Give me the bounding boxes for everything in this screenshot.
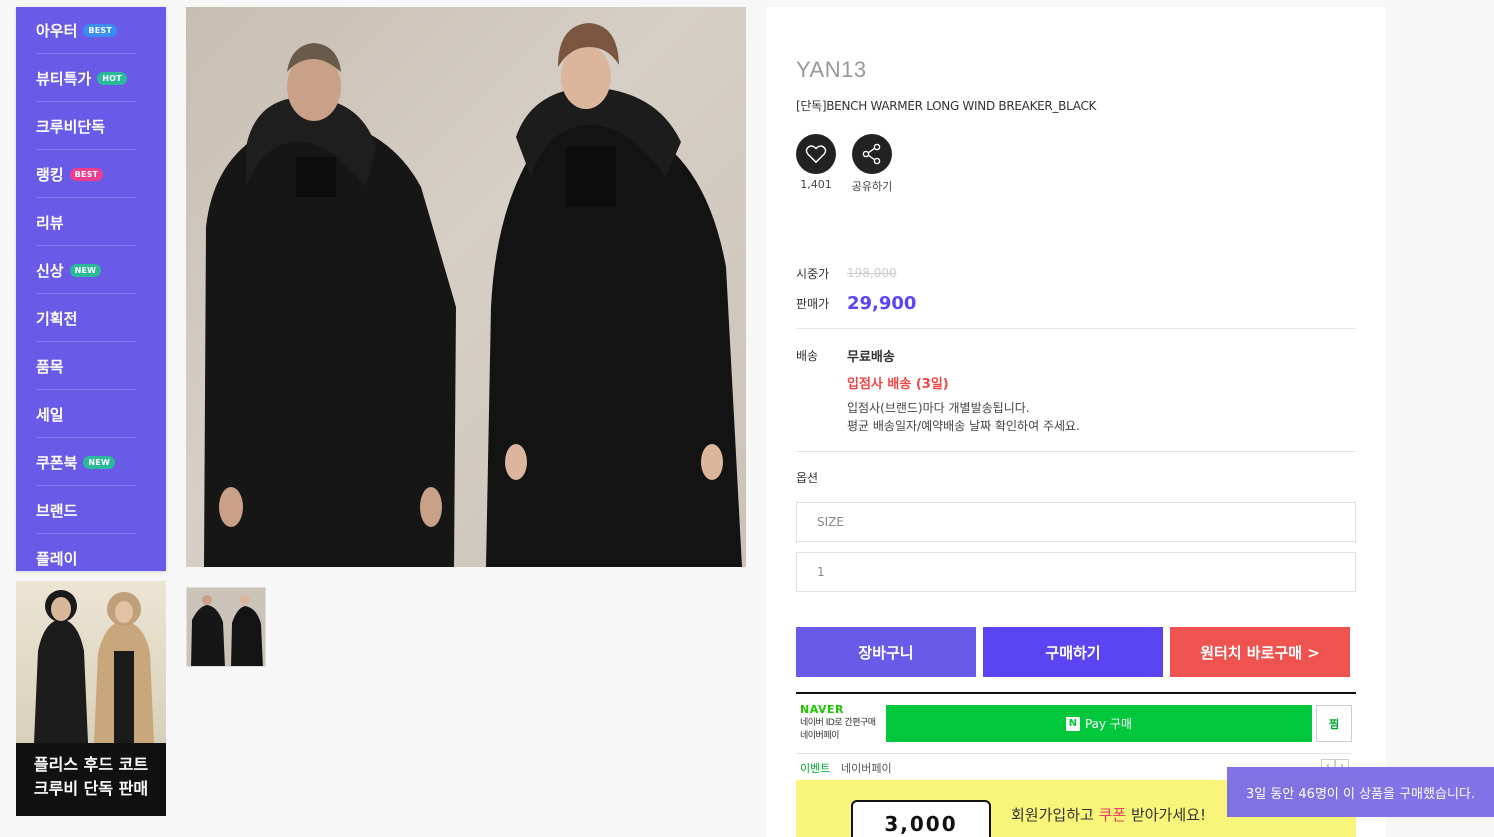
shipping-note-line-1: 입점사(브랜드)마다 개별발송됩니다. — [847, 401, 1030, 415]
naver-event-label[interactable]: 이벤트 — [800, 760, 830, 776]
category-sidebar: 아우터 BEST 뷰티특가 HOT 크루비단독 랭킹 BEST 리뷰 신상 NEW 기획… — [16, 7, 166, 571]
sidebar-item-label: 랭킹 — [36, 165, 64, 184]
product-main-image[interactable] — [186, 7, 746, 567]
sidebar-item-new-arrivals[interactable]: 신상 NEW — [36, 247, 136, 294]
share-label: 공유하기 — [851, 180, 893, 193]
sidebar-item-ranking[interactable]: 랭킹 BEST — [36, 151, 136, 198]
quantity-input[interactable]: 1 — [796, 552, 1356, 592]
product-models-image — [204, 23, 742, 567]
new-badge: NEW — [83, 455, 115, 469]
product-info-panel: YAN13 [단독]BENCH WARMER LONG WIND BREAKER… — [766, 7, 1386, 837]
best-badge: BEST — [83, 23, 117, 37]
brand-name[interactable]: YAN13 — [796, 57, 867, 83]
product-name: [단독]BENCH WARMER LONG WIND BREAKER_BLACK — [796, 99, 1097, 113]
banner-photo — [16, 581, 166, 743]
buy-now-button[interactable]: 구매하기 — [983, 627, 1163, 677]
shipping-note-line-2: 평균 배송일자/예약배송 날짜 확인하여 주세요. — [847, 419, 1080, 433]
sidebar-item-label: 세일 — [36, 405, 64, 424]
sidebar-item-category[interactable]: 품목 — [36, 343, 136, 390]
naver-desc-line-1: 네이버 ID로 간편구매 — [800, 718, 876, 728]
fleece-coat-banner[interactable]: 플리스 후드 코트 크루비 단독 판매 — [16, 581, 166, 816]
list-price-label: 시중가 — [796, 267, 830, 281]
sidebar-item-brand[interactable]: 브랜드 — [36, 487, 136, 534]
new-badge: NEW — [69, 263, 102, 277]
divider — [796, 753, 1352, 754]
divider — [796, 328, 1356, 329]
divider — [796, 451, 1356, 452]
sidebar-item-outer[interactable]: 아우터 BEST — [36, 7, 136, 54]
heart-icon — [805, 145, 827, 164]
banner-line-1: 플리스 후드 코트 — [33, 755, 149, 774]
shipping-type: 무료배송 — [847, 350, 895, 365]
sidebar-item-label: 리뷰 — [36, 213, 64, 232]
event-text-highlight: 쿠폰 — [1098, 806, 1127, 824]
naver-pay-label: Pay 구매 — [1084, 717, 1133, 731]
best-badge: BEST — [69, 167, 104, 181]
sidebar-item-label: 신상 — [36, 261, 64, 280]
event-text-pre: 회원가입하고 — [1011, 806, 1099, 824]
naver-desc-line-2: 네이버페이 — [800, 731, 839, 741]
naver-logo: NAVER — [800, 703, 844, 716]
share-icon — [862, 143, 881, 165]
sale-price-label: 판매가 — [796, 297, 830, 311]
option-label: 옵션 — [796, 471, 819, 485]
naver-n-icon: N — [1065, 716, 1080, 731]
like-count: 1,401 — [800, 178, 832, 191]
coupon-icon: 3,000 — [851, 800, 991, 837]
event-text-post: 받아가세요! — [1126, 806, 1206, 824]
sidebar-item-exhibition[interactable]: 기획전 — [36, 295, 136, 342]
sidebar-item-label: 브랜드 — [36, 501, 78, 520]
sale-price: 29,900 — [847, 293, 917, 314]
sidebar-item-crewbe-exclusive[interactable]: 크루비단독 — [36, 103, 136, 150]
naver-pay-button[interactable]: N Pay 구매 — [886, 705, 1312, 742]
event-banner-text: 회원가입하고 쿠폰 받아가세요! — [1011, 804, 1206, 825]
sidebar-item-label: 쿠폰북 — [36, 453, 78, 472]
one-touch-buy-button[interactable]: 원터치 바로구매 > — [1170, 627, 1350, 677]
list-price: 198,000 — [847, 266, 897, 280]
thumbnail-image — [187, 588, 265, 666]
banner-caption: 플리스 후드 코트 크루비 단독 판매 — [16, 743, 166, 816]
size-select[interactable]: SIZE — [796, 502, 1356, 542]
sidebar-item-coupon-book[interactable]: 쿠폰북 NEW — [36, 439, 136, 486]
shipping-label: 배송 — [796, 349, 819, 363]
naver-section-divider — [796, 692, 1356, 694]
sidebar-item-label: 품목 — [36, 357, 64, 376]
naver-event-sub: 네이버페이 — [841, 762, 892, 775]
sidebar-item-label: 뷰티특가 — [36, 69, 92, 88]
banner-models-image — [34, 590, 154, 743]
sidebar-item-label: 플레이 — [36, 549, 78, 568]
sidebar-item-sale[interactable]: 세일 — [36, 391, 136, 438]
sidebar-item-beauty-deal[interactable]: 뷰티특가 HOT — [36, 55, 136, 102]
sidebar-item-play[interactable]: 플레이 — [36, 535, 136, 581]
category-list: 아우터 BEST 뷰티특가 HOT 크루비단독 랭킹 BEST 리뷰 신상 NEW 기획… — [16, 7, 166, 581]
sidebar-item-label: 크루비단독 — [36, 117, 106, 136]
product-thumbnail[interactable] — [186, 587, 266, 667]
shipping-note: 입점사(브랜드)마다 개별발송됩니다. 평균 배송일자/예약배송 날짜 확인하여… — [847, 399, 1080, 435]
like-button[interactable] — [796, 134, 836, 174]
shipping-vendor: 입점사 배송 (3일) — [847, 377, 949, 392]
sidebar-item-label: 아우터 — [36, 21, 78, 40]
naver-description: 네이버 ID로 간편구매 네이버페이 — [800, 717, 876, 743]
naver-wishlist-button[interactable]: 찜 — [1316, 705, 1352, 742]
sidebar-item-label: 기획전 — [36, 309, 78, 328]
banner-line-2: 크루비 단독 판매 — [33, 779, 149, 798]
hot-badge: HOT — [97, 71, 127, 85]
add-to-cart-button[interactable]: 장바구니 — [796, 627, 976, 677]
purchase-count-toast: 3일 동안 46명이 이 상품을 구매했습니다. — [1227, 767, 1494, 817]
share-button[interactable] — [852, 134, 892, 174]
sidebar-item-review[interactable]: 리뷰 — [36, 199, 136, 246]
